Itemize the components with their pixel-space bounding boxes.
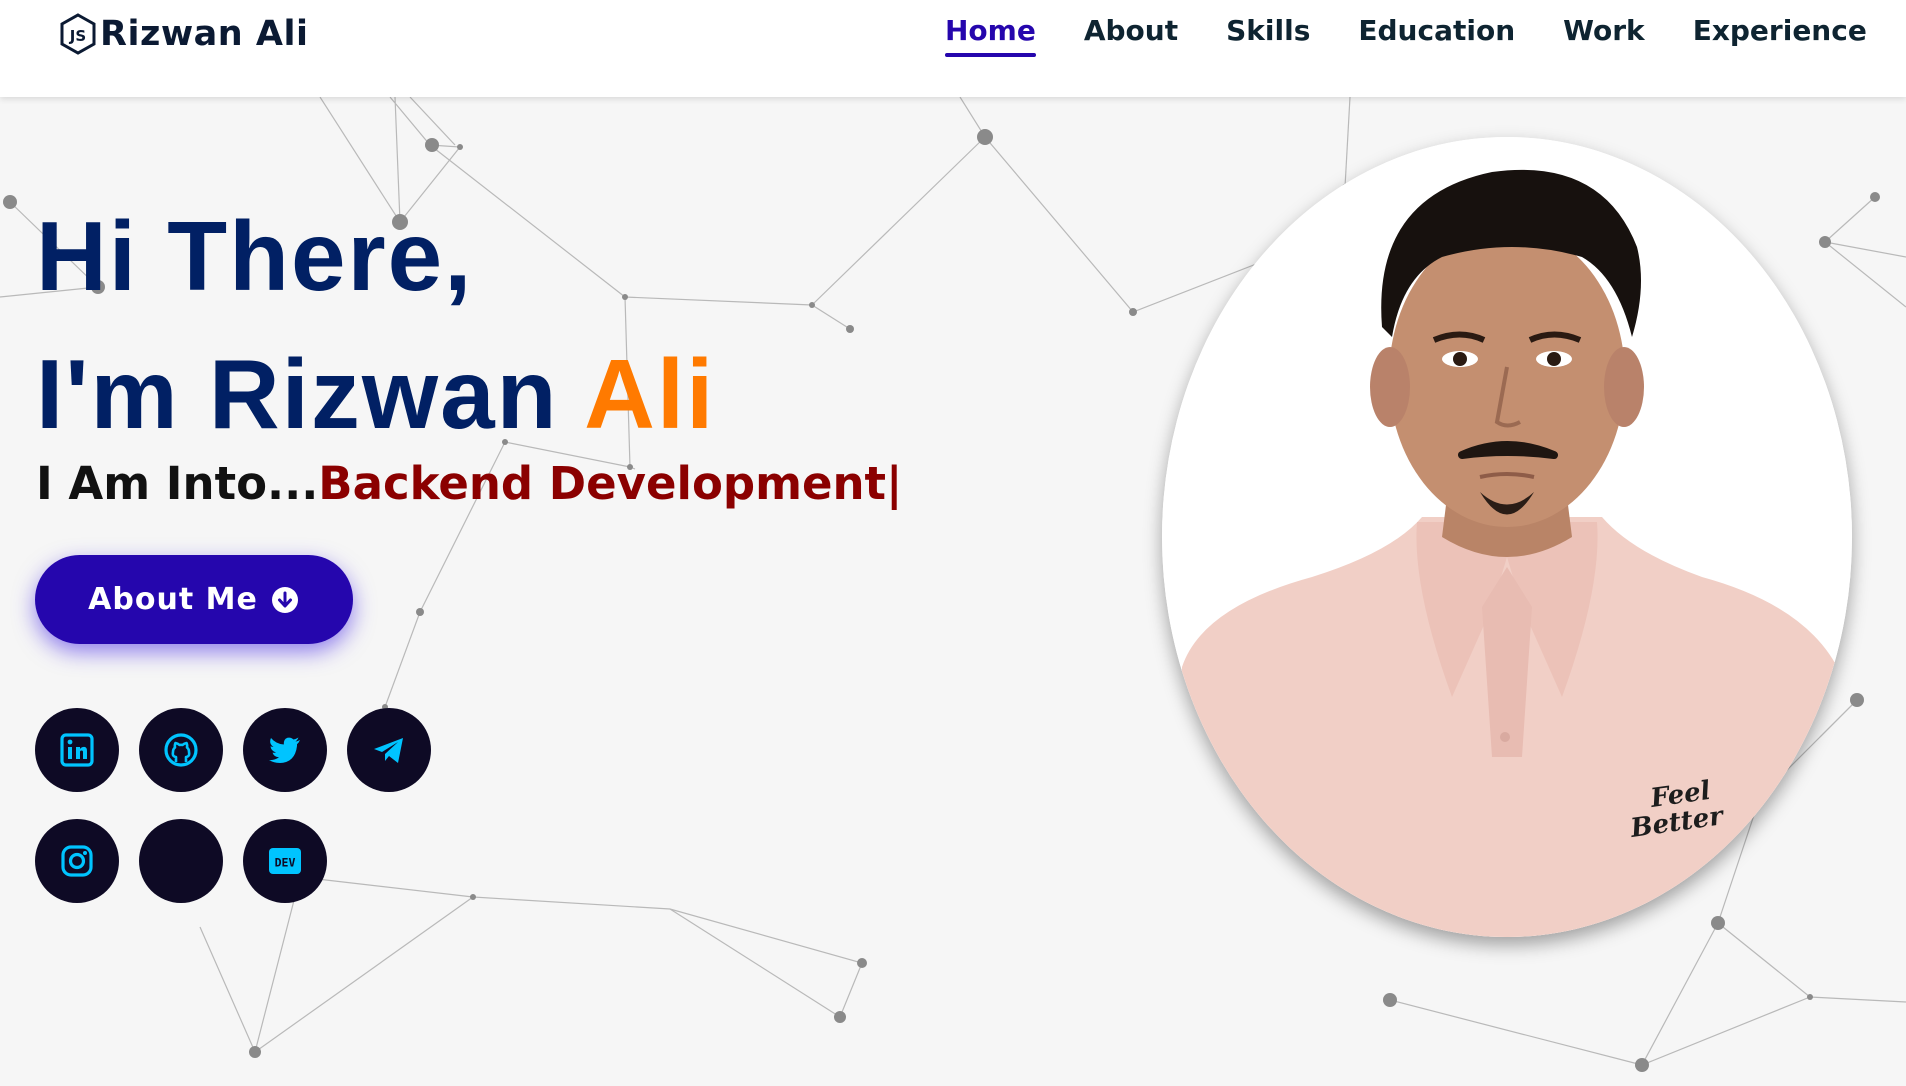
dev-icon-text: DEV — [275, 856, 296, 870]
nodejs-icon: JS — [60, 13, 96, 55]
profile-photo-illustration: Feel Better — [1162, 137, 1852, 937]
instagram-link[interactable] — [35, 819, 119, 903]
brand-logo[interactable]: JS Rizwan Ali — [58, 12, 308, 56]
dev-link[interactable]: DEV — [243, 819, 327, 903]
site-header: JS Rizwan Ali Home About Skills Educatio… — [0, 0, 1906, 97]
nav-education[interactable]: Education — [1358, 14, 1515, 53]
typing-value: Backend Development| — [318, 457, 903, 510]
nav-experience[interactable]: Experience — [1693, 14, 1867, 53]
github-link[interactable] — [139, 708, 223, 792]
about-me-label: About Me — [88, 582, 258, 617]
telegram-icon — [374, 738, 403, 763]
svg-text:JS: JS — [69, 27, 86, 45]
twitter-link[interactable] — [243, 708, 327, 792]
dev-icon: DEV — [269, 848, 301, 874]
greeting-line2-accent: Ali — [584, 339, 716, 449]
arrow-circle-down-icon — [271, 586, 298, 613]
hero-greeting: Hi There, I'm Rizwan Ali — [36, 187, 715, 463]
about-me-button[interactable]: About Me — [35, 555, 353, 644]
instagram-icon — [61, 845, 93, 877]
greeting-line1: Hi There, — [36, 201, 474, 311]
profile-photo: Feel Better — [1162, 137, 1852, 937]
main-nav: Home About Skills Education Work Experie… — [945, 14, 1906, 57]
telegram-link[interactable] — [347, 708, 431, 792]
typing-prefix: I Am Into... — [36, 457, 319, 510]
greeting-line2-prefix: I'm Rizwan — [36, 339, 585, 449]
blank-social-link[interactable] — [139, 819, 223, 903]
typing-text: I Am Into...Backend Development| — [36, 457, 902, 510]
nav-about[interactable]: About — [1084, 14, 1178, 53]
github-icon — [164, 733, 198, 767]
nav-home[interactable]: Home — [945, 14, 1036, 57]
linkedin-link[interactable] — [35, 708, 119, 792]
hero-section: Hi There, I'm Rizwan Ali I Am Into...Bac… — [0, 97, 1906, 1086]
nav-work[interactable]: Work — [1563, 14, 1645, 53]
nav-skills[interactable]: Skills — [1226, 14, 1310, 53]
twitter-icon — [269, 737, 300, 763]
brand-name: Rizwan Ali — [100, 14, 309, 54]
linkedin-icon — [60, 733, 94, 767]
